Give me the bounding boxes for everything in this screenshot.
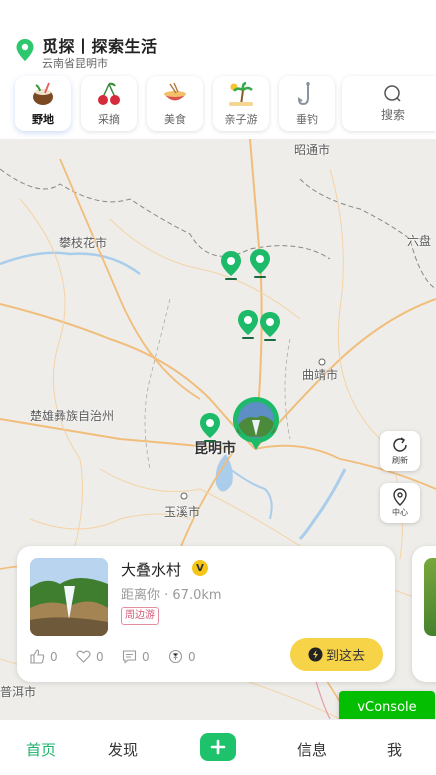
selected-place-marker[interactable] [232,396,280,452]
add-post-button[interactable] [200,733,236,761]
map-marker[interactable] [249,249,271,279]
category-picking[interactable]: 采摘 [81,76,137,131]
plus-icon [210,739,226,755]
category-food[interactable]: 美食 [147,76,203,131]
comment-count: 0 [142,649,150,664]
tab-home[interactable]: 首页 [26,739,56,760]
map-marker[interactable] [237,310,259,340]
verified-badge: V [192,560,208,576]
category-label: 美食 [164,113,186,126]
search-icon [384,85,401,102]
header: 觅探丨探索生活 云南省昆明市 野地 采摘 美食 亲子游 垂钓 搜索 [0,0,436,139]
location-icon [393,488,407,506]
food-bowl-icon [162,81,188,107]
map-label: 攀枝花市 [59,236,108,250]
like-stat[interactable]: 0 [30,649,76,664]
place-tag: 周边游 [121,607,159,625]
place-thumbnail [30,558,108,636]
place-name: 大叠水村 [121,561,182,579]
category-label: 垂钓 [296,113,318,126]
coin-stat[interactable]: 0 [168,649,214,664]
map-marker[interactable] [199,413,221,443]
coconut-icon [30,81,56,107]
map-label: 玉溪市 [164,505,201,519]
current-location[interactable]: 云南省昆明市 [42,55,108,71]
favorite-count: 0 [96,649,104,664]
map-label: 六盘 [407,234,432,248]
navigation-icon [308,647,323,662]
refresh-label: 刷新 [392,456,408,465]
next-place-thumbnail [424,558,436,636]
comment-icon [122,650,137,664]
app-root: 觅探丨探索生活 云南省昆明市 野地 采摘 美食 亲子游 垂钓 搜索 昭通市 攀枝… [0,0,436,775]
search-button[interactable]: 搜索 [342,76,436,131]
beach-icon [228,81,254,107]
category-label: 采摘 [98,113,120,126]
comment-stat[interactable]: 0 [122,649,168,664]
favorite-stat[interactable]: 0 [76,649,122,664]
refresh-icon [393,437,407,452]
tab-me[interactable]: 我 [387,739,402,760]
map-label: 普洱市 [0,685,37,699]
location-pin-icon [16,39,34,61]
center-label: 中心 [392,508,408,517]
place-stats: 0 0 0 0 [30,649,214,664]
category-family[interactable]: 亲子游 [213,76,269,131]
tab-bar: 首页 发现 信息 我 [0,719,436,775]
map-label: 楚雄彝族自治州 [30,409,115,423]
coin-icon [168,649,183,664]
tab-discover[interactable]: 发现 [108,739,138,760]
category-wild[interactable]: 野地 [15,76,71,131]
coin-count: 0 [188,649,196,664]
map-marker[interactable] [220,251,242,281]
map-label: 昭通市 [294,143,331,157]
heart-icon [76,650,91,663]
fishhook-icon [294,81,320,107]
navigate-button[interactable]: 到这去 [290,638,383,671]
search-label: 搜索 [380,108,405,122]
navigate-label: 到这去 [325,649,365,664]
category-label: 亲子游 [224,113,258,126]
center-button[interactable]: 中心 [380,483,420,523]
page-title: 觅探丨探索生活 [42,37,158,56]
map-marker[interactable] [259,312,281,342]
category-label: 野地 [32,113,54,126]
place-distance: 距离你 · 67.0km [121,588,222,603]
like-count: 0 [50,649,58,664]
tab-messages[interactable]: 信息 [297,739,327,760]
category-fishing[interactable]: 垂钓 [279,76,335,131]
thumbs-up-icon [30,649,45,664]
next-place-card[interactable] [412,546,436,682]
place-card[interactable]: 大叠水村 V 距离你 · 67.0km 周边游 0 0 0 0 到这去 [17,546,395,682]
map-label: 曲靖市 [302,368,339,382]
category-bar: 野地 采摘 美食 亲子游 垂钓 [15,76,335,131]
cherry-icon [96,81,122,107]
refresh-button[interactable]: 刷新 [380,431,420,471]
